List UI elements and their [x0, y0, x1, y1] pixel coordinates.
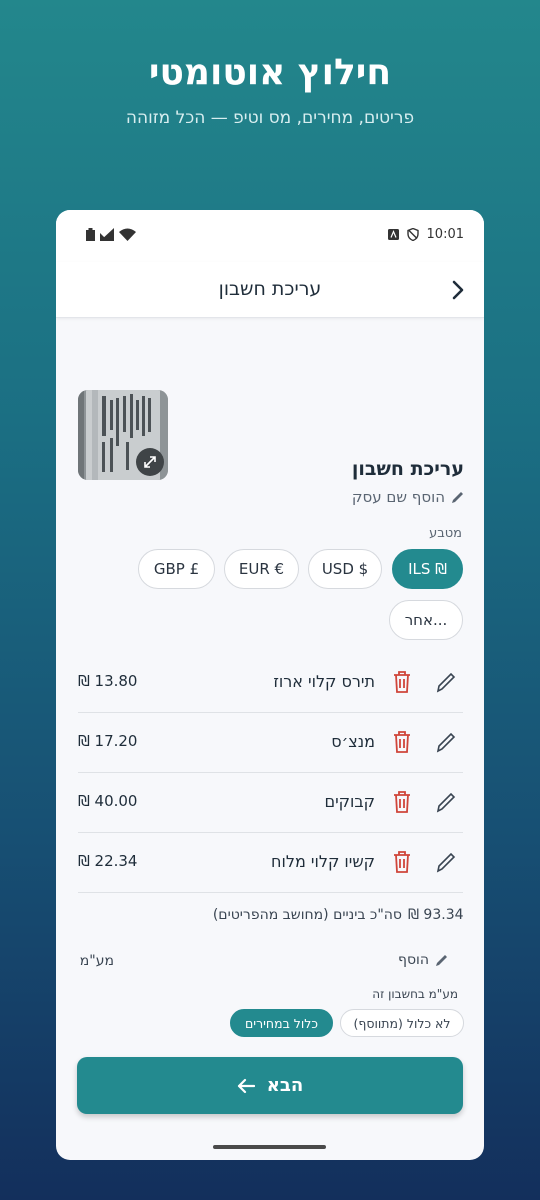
subtotal-value: ₪ 93.34: [408, 907, 464, 923]
expand-icon: [144, 456, 156, 468]
currency-chip-gbp[interactable]: GBP £: [138, 549, 215, 589]
add-business-name-link[interactable]: הוסף שם עסק: [352, 488, 464, 506]
item-price: ₪ 13.80: [78, 672, 138, 690]
add-vat-label: הוסף: [398, 952, 430, 968]
expand-image-button[interactable]: [136, 448, 164, 476]
list-item: ₪ 40.00 קבוקים: [78, 773, 463, 833]
vat-mode-label: מע"מ בחשבון זה: [372, 987, 458, 1001]
app-bar-title: עריכת חשבון: [218, 278, 322, 300]
list-item: ₪ 17.20 מנצ׳ס: [78, 713, 463, 773]
vat-label: מע"מ: [79, 953, 114, 969]
back-chevron-icon[interactable]: [446, 278, 470, 302]
pencil-icon[interactable]: [435, 790, 457, 814]
status-time: 10:01: [426, 227, 464, 242]
trash-icon[interactable]: [391, 730, 413, 754]
pencil-icon: [436, 954, 448, 966]
shield-icon: [406, 228, 419, 241]
item-name: תירס קלוי ארוז: [273, 672, 375, 691]
status-icons-left: [86, 228, 136, 241]
item-price: ₪ 17.20: [78, 732, 138, 750]
status-icons-right: 10:01: [387, 227, 464, 242]
list-item: ₪ 13.80 תירס קלוי ארוז: [78, 653, 463, 713]
item-name: קבוקים: [324, 792, 375, 811]
trash-icon[interactable]: [391, 670, 413, 694]
document-title: עריכת חשבון: [351, 458, 464, 480]
status-bar: 10:01: [56, 210, 484, 262]
pencil-icon[interactable]: [435, 670, 457, 694]
notification-app-icon: [387, 229, 399, 240]
next-button-label: הבא: [266, 1075, 304, 1096]
hero-title: חילוץ אוטומטי: [148, 52, 392, 93]
add-business-label: הוסף שם עסק: [351, 488, 445, 506]
currency-chip-ils[interactable]: ILS ₪: [392, 549, 463, 589]
currency-chip-other[interactable]: אחר...: [389, 600, 463, 640]
trash-icon[interactable]: [391, 850, 413, 874]
currency-chip-eur[interactable]: EUR €: [224, 549, 299, 589]
item-name: מנצ׳ס: [331, 732, 375, 751]
currency-label: מטבע: [429, 526, 462, 541]
pencil-icon[interactable]: [435, 850, 457, 874]
pencil-icon: [452, 491, 463, 503]
item-price: ₪ 40.00: [78, 792, 138, 810]
receipt-thumbnail[interactable]: [78, 390, 168, 480]
list-item: ₪ 22.34 קשיו קלוי מלוח: [78, 833, 463, 893]
vat-not-included-chip[interactable]: לא כלול (מתווסף): [340, 1009, 464, 1037]
pencil-icon[interactable]: [435, 730, 457, 754]
arrow-left-icon: [237, 1078, 255, 1093]
home-indicator[interactable]: [213, 1145, 326, 1149]
currency-chip-usd[interactable]: USD $: [308, 549, 382, 589]
phone-screen: 10:01 עריכת חשבון עריכת חשבון הוסף שם עס…: [56, 210, 484, 1160]
app-bar: עריכת חשבון: [56, 262, 484, 318]
trash-icon[interactable]: [391, 790, 413, 814]
item-name: קשיו קלוי מלוח: [271, 852, 375, 871]
battery-icon: [86, 228, 95, 241]
item-price: ₪ 22.34: [78, 852, 138, 870]
signal-icon: [100, 228, 114, 241]
wifi-icon: [119, 228, 136, 241]
subtotal-label: סה"כ ביניים (מחושב מהפריטים): [212, 907, 402, 923]
next-button[interactable]: הבא: [77, 1057, 463, 1114]
vat-included-chip[interactable]: כלול במחירים: [230, 1009, 333, 1037]
hero-subtitle: פריטים, מחירים, מס וטיפ — הכל מזוהה: [125, 108, 415, 128]
add-vat-link[interactable]: הוסף: [398, 952, 448, 968]
